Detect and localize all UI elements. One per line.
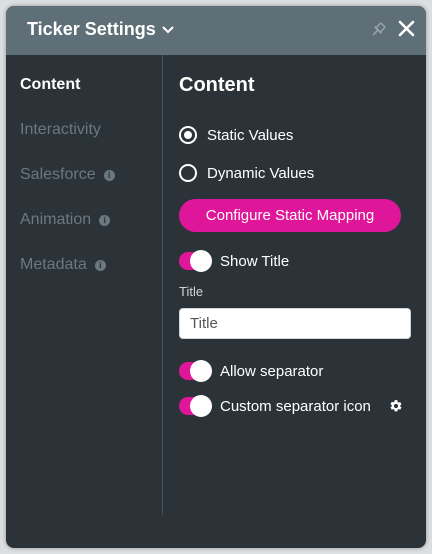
chevron-down-icon [162, 25, 174, 33]
section-title: Content [179, 74, 255, 96]
sidebar-item-content[interactable]: Content [20, 76, 80, 94]
sidebar-item-interactivity[interactable]: Interactivity [20, 121, 101, 139]
custom-separator-toggle[interactable] [179, 395, 212, 417]
allow-separator-toggle[interactable] [179, 360, 212, 382]
sidebar-item-salesforce[interactable]: Salesforce i [20, 166, 115, 184]
close-icon[interactable] [398, 20, 415, 37]
sidebar-item-animation[interactable]: Animation i [20, 211, 111, 229]
radio-checked-icon[interactable] [179, 126, 197, 144]
configure-static-mapping-button[interactable]: Configure Static Mapping [179, 199, 401, 232]
gear-icon[interactable] [389, 399, 403, 413]
sidebar-item-label: Animation [20, 211, 92, 228]
sidebar-item-metadata[interactable]: Metadata i [20, 256, 106, 274]
info-icon: i [94, 259, 106, 271]
title-field-label: Title [179, 284, 204, 299]
settings-panel: Ticker Settings Content Interactivity Sa… [6, 6, 426, 548]
radio-label: Static Values [207, 126, 294, 144]
show-title-toggle[interactable] [179, 250, 212, 272]
sidebar-item-label: Metadata [20, 256, 87, 273]
radio-label: Dynamic Values [207, 164, 315, 182]
panel-header: Ticker Settings [6, 6, 426, 55]
sidebar-item-label: Salesforce [20, 166, 96, 183]
title-input[interactable] [179, 308, 411, 339]
sidebar-item-label: Interactivity [20, 121, 101, 138]
radio-dynamic-values[interactable]: Dynamic Values [179, 164, 314, 182]
toggle-label: Show Title [220, 252, 290, 270]
info-icon: i [103, 169, 115, 181]
pin-icon[interactable] [369, 21, 387, 39]
toggle-label: Custom separator icon [220, 397, 371, 415]
custom-separator-row: Custom separator icon [179, 395, 403, 417]
show-title-row: Show Title [179, 250, 290, 272]
settings-sidebar: Content Interactivity Salesforce i Anima… [6, 55, 163, 515]
toggle-label: Allow separator [220, 362, 324, 380]
info-icon: i [99, 214, 111, 226]
radio-unchecked-icon[interactable] [179, 164, 197, 182]
sidebar-item-label: Content [20, 76, 81, 93]
panel-title: Ticker Settings [27, 19, 156, 39]
settings-title-dropdown[interactable]: Ticker Settings [27, 19, 174, 40]
allow-separator-row: Allow separator [179, 360, 324, 382]
radio-static-values[interactable]: Static Values [179, 126, 293, 144]
